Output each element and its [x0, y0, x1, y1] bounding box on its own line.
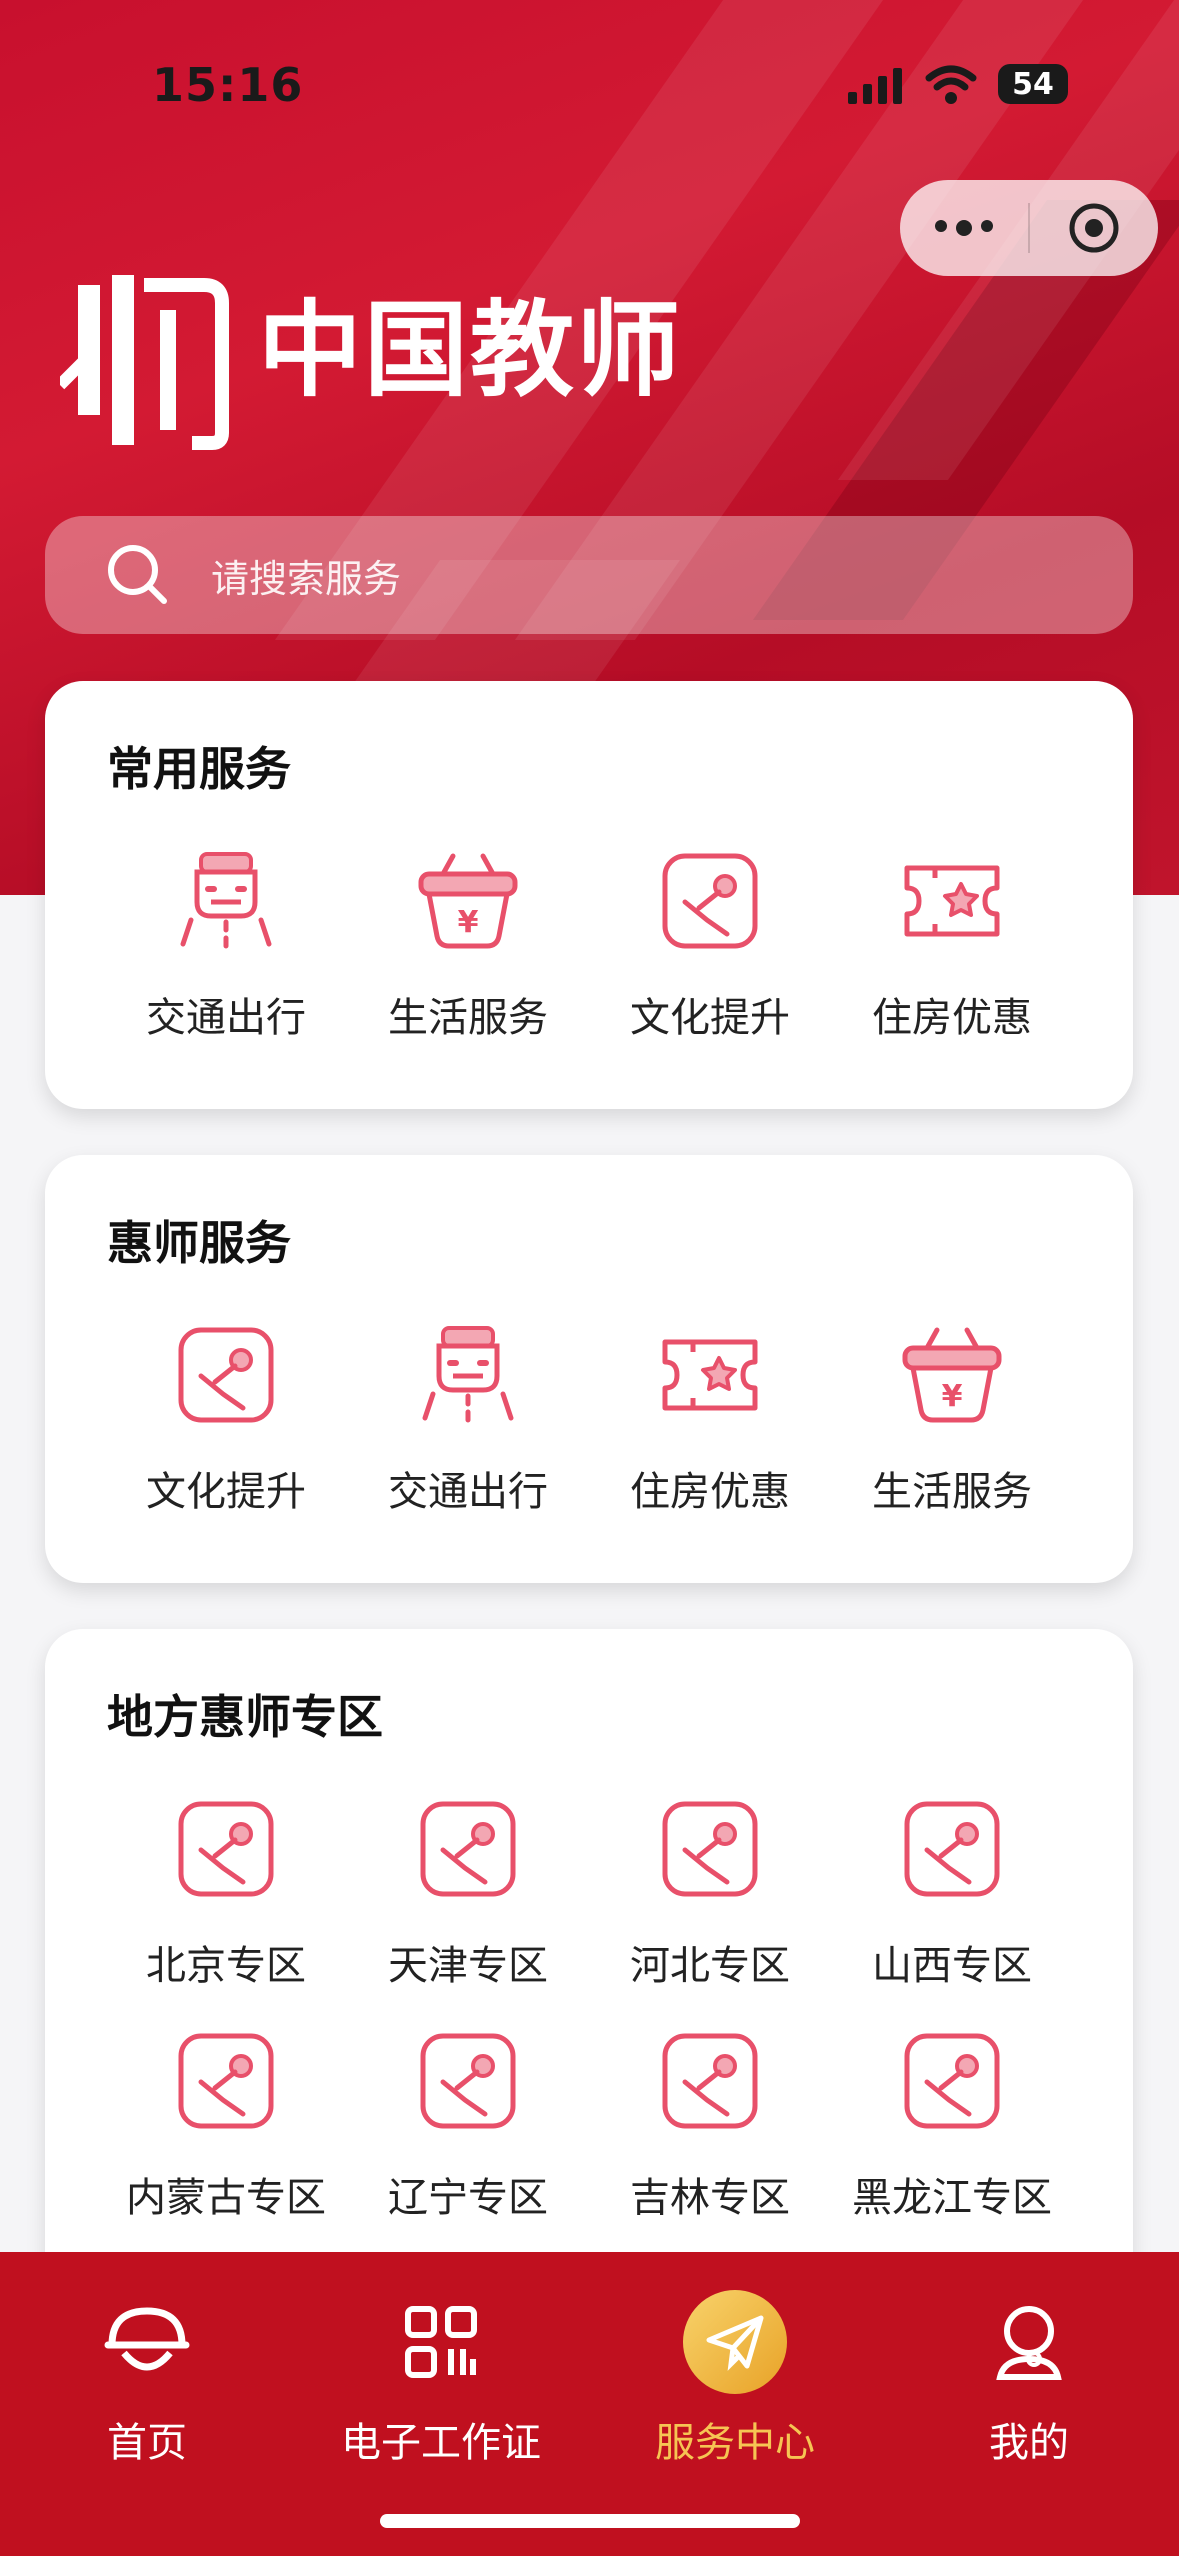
- culture-icon: [166, 1315, 286, 1435]
- svg-text:¥: ¥: [942, 1379, 963, 1414]
- tab-label: 我的: [989, 2420, 1069, 2466]
- service-label: 内蒙古专区: [126, 2175, 326, 2221]
- close-miniprogram-button[interactable]: [1030, 201, 1158, 255]
- transport-icon: [408, 1315, 528, 1435]
- culture-icon: [650, 2021, 770, 2141]
- service-label: 山西专区: [872, 1943, 1032, 1989]
- service-item[interactable]: 文化提升: [589, 841, 831, 1043]
- service-item[interactable]: 交通出行: [347, 1315, 589, 1517]
- culture-icon: [166, 1789, 286, 1909]
- search-bar[interactable]: 请搜索服务: [45, 516, 1133, 634]
- service-label: 住房优惠: [872, 995, 1032, 1041]
- service-item[interactable]: 天津专区: [347, 1789, 589, 1991]
- ticket-icon: [892, 841, 1012, 961]
- section-teacher-benefits: 惠师服务 文化提升 交通出行 住房优惠 ¥ 生活服务: [45, 1155, 1133, 1583]
- teacher-logo-icon: [60, 275, 229, 450]
- culture-icon: [650, 1789, 770, 1909]
- home-indicator: [380, 2514, 800, 2528]
- service-item[interactable]: 文化提升: [105, 1315, 347, 1517]
- home-icon: [104, 2307, 190, 2371]
- service-label: 住房优惠: [630, 1469, 790, 1515]
- qr-code-icon: [405, 2306, 477, 2378]
- service-item[interactable]: ¥ 生活服务: [347, 841, 589, 1043]
- paper-plane-icon: [706, 2315, 764, 2371]
- section-local-zones: 地方惠师专区 北京专区 天津专区 河北专区 山西专区内蒙古专区 辽宁专区 吉林专区 黑龙江专…: [45, 1629, 1133, 2329]
- culture-icon: [166, 2021, 286, 2141]
- search-placeholder: 请搜索服务: [211, 556, 402, 601]
- service-label: 文化提升: [630, 995, 790, 1041]
- tab-service-center[interactable]: 服务中心: [588, 2290, 882, 2468]
- tab-label: 服务中心: [655, 2420, 815, 2466]
- service-item[interactable]: 黑龙江专区: [831, 2021, 1073, 2223]
- section-title: 地方惠师专区: [107, 1690, 383, 1744]
- service-item[interactable]: 北京专区: [105, 1789, 347, 1991]
- user-icon: [996, 2306, 1062, 2380]
- culture-icon: [408, 2021, 528, 2141]
- service-label: 生活服务: [388, 995, 548, 1041]
- wifi-icon: [925, 65, 977, 104]
- service-label: 河北专区: [630, 1943, 790, 1989]
- miniprogram-capsule: [900, 180, 1158, 276]
- service-label: 辽宁专区: [388, 2175, 548, 2221]
- ticket-icon: [650, 1315, 770, 1435]
- bottom-tab-bar: 首页 电子工作证 服务中心 我的: [0, 2252, 1179, 2556]
- search-icon: [108, 545, 167, 604]
- service-item[interactable]: 山西专区: [831, 1789, 1073, 1991]
- status-bar: 15:16 54: [0, 0, 1179, 160]
- service-grid: 交通出行 ¥ 生活服务 文化提升 住房优惠: [45, 841, 1179, 1043]
- service-label: 生活服务: [872, 1469, 1032, 1515]
- signal-icon: [848, 66, 902, 104]
- basket-icon: ¥: [892, 1315, 1012, 1435]
- service-item[interactable]: 住房优惠: [589, 1315, 831, 1517]
- service-label: 北京专区: [146, 1943, 306, 1989]
- service-item[interactable]: 辽宁专区: [347, 2021, 589, 2223]
- service-label: 黑龙江专区: [852, 2175, 1052, 2221]
- service-label: 文化提升: [146, 1469, 306, 1515]
- battery-indicator: 54: [998, 64, 1068, 104]
- culture-icon: [892, 1789, 1012, 1909]
- section-title: 惠师服务: [107, 1216, 291, 1270]
- section-title: 常用服务: [107, 742, 291, 796]
- service-label: 吉林专区: [630, 2175, 790, 2221]
- tab-label: 电子工作证: [341, 2420, 541, 2466]
- culture-icon: [892, 2021, 1012, 2141]
- service-item[interactable]: 吉林专区: [589, 2021, 831, 2223]
- tab-work-id[interactable]: 电子工作证: [294, 2292, 588, 2468]
- transport-icon: [166, 841, 286, 961]
- service-label: 交通出行: [388, 1469, 548, 1515]
- tab-home[interactable]: 首页: [0, 2292, 294, 2468]
- tab-label: 首页: [107, 2420, 187, 2466]
- more-menu-button[interactable]: [900, 220, 1028, 236]
- service-item[interactable]: 交通出行: [105, 841, 347, 1043]
- service-item[interactable]: ¥ 生活服务: [831, 1315, 1073, 1517]
- target-icon: [1069, 203, 1119, 253]
- service-grid: 文化提升 交通出行 住房优惠 ¥ 生活服务: [45, 1315, 1179, 1517]
- service-grid: 北京专区 天津专区 河北专区 山西专区内蒙古专区 辽宁专区 吉林专区 黑龙江专区: [45, 1789, 1179, 2223]
- tab-mine[interactable]: 我的: [882, 2292, 1176, 2468]
- culture-icon: [408, 1789, 528, 1909]
- svg-text:¥: ¥: [458, 905, 479, 940]
- section-common-services: 常用服务 交通出行 ¥ 生活服务 文化提升 住房优惠: [45, 681, 1133, 1109]
- basket-icon: ¥: [408, 841, 528, 961]
- brand-title: 中国教师: [258, 289, 683, 411]
- service-label: 交通出行: [146, 995, 306, 1041]
- service-item[interactable]: 住房优惠: [831, 841, 1073, 1043]
- service-item[interactable]: 内蒙古专区: [105, 2021, 347, 2223]
- service-label: 天津专区: [388, 1943, 548, 1989]
- culture-icon: [650, 841, 770, 961]
- status-time: 15:16: [152, 58, 304, 112]
- service-item[interactable]: 河北专区: [589, 1789, 831, 1991]
